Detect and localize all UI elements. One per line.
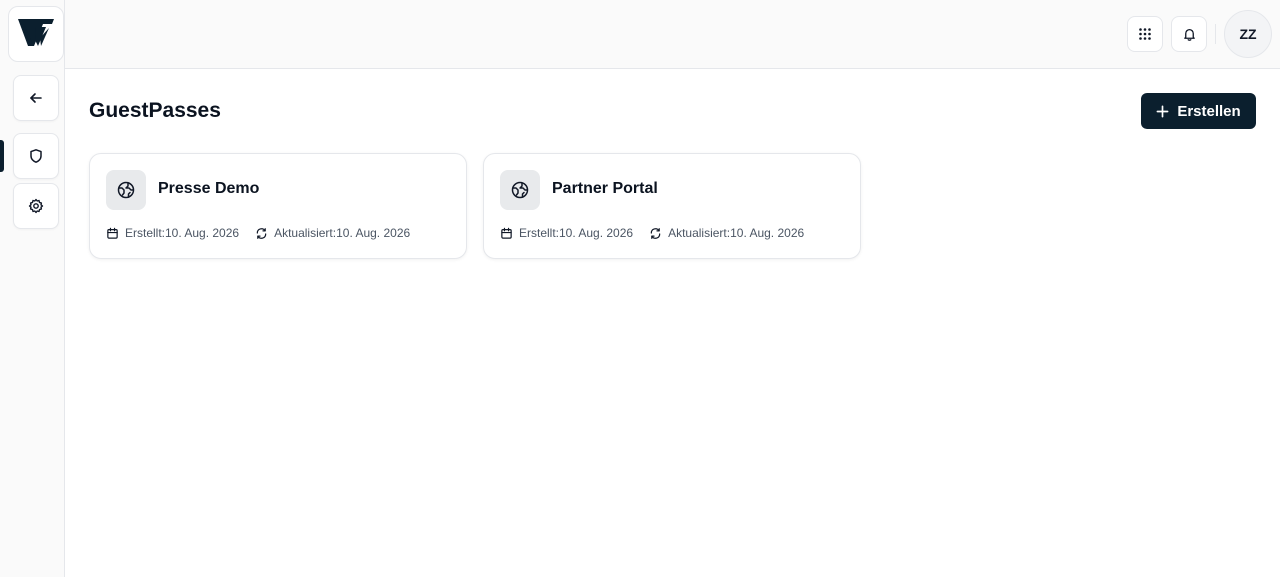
top-bar: ZZ — [65, 0, 1280, 69]
calendar-icon — [501, 227, 512, 239]
card-title: Presse Demo — [158, 180, 260, 197]
user-avatar[interactable]: ZZ — [1224, 10, 1272, 58]
header-divider — [1215, 24, 1216, 44]
back-button[interactable] — [13, 75, 59, 121]
card-meta: Erstellt:10. Aug. 2026 Aktualisiert:10. … — [106, 226, 410, 240]
sidebar — [0, 0, 65, 577]
updated-text: Aktualisiert:10. Aug. 2026 — [668, 226, 805, 240]
create-button-label: Erstellen — [1177, 102, 1241, 120]
updated-text: Aktualisiert:10. Aug. 2026 — [274, 226, 411, 240]
card-icon-wrap — [106, 170, 146, 210]
sidebar-item-guest-passes[interactable] — [13, 133, 59, 179]
refresh-icon — [650, 227, 661, 239]
created-text: Erstellt:10. Aug. 2026 — [519, 226, 634, 240]
guest-pass-card[interactable]: Partner Portal Erstellt:10. Aug. 2026 Ak… — [483, 153, 861, 259]
apps-button[interactable] — [1127, 16, 1163, 52]
shield-icon — [30, 149, 42, 163]
sidebar-item-settings[interactable] — [13, 183, 59, 229]
refresh-icon — [256, 227, 267, 239]
main-content: GuestPasses Erstellen Presse Demo Erstel… — [65, 69, 1280, 577]
updated-date: Aktualisiert:10. Aug. 2026 — [255, 226, 410, 240]
created-date: Erstellt:10. Aug. 2026 — [500, 226, 633, 240]
card-meta: Erstellt:10. Aug. 2026 Aktualisiert:10. … — [500, 226, 804, 240]
plus-icon — [1156, 105, 1169, 117]
created-date: Erstellt:10. Aug. 2026 — [106, 226, 239, 240]
create-button[interactable]: Erstellen — [1141, 93, 1256, 129]
grid-icon — [1139, 28, 1151, 40]
guest-pass-card[interactable]: Presse Demo Erstellt:10. Aug. 2026 Aktua… — [89, 153, 467, 259]
app-root: ZZ GuestPasses Erstellen Presse Demo Ers… — [0, 0, 1280, 577]
bell-icon — [1183, 28, 1195, 41]
notifications-button[interactable] — [1171, 16, 1207, 52]
page-title: GuestPasses — [89, 99, 221, 122]
updated-date: Aktualisiert:10. Aug. 2026 — [649, 226, 804, 240]
gear-icon — [28, 198, 44, 214]
card-title: Partner Portal — [552, 180, 658, 197]
card-icon-wrap — [500, 170, 540, 210]
vault-logo-icon — [18, 19, 54, 46]
globe-icon — [511, 181, 529, 199]
active-indicator — [0, 140, 4, 172]
created-text: Erstellt:10. Aug. 2026 — [125, 226, 240, 240]
logo[interactable] — [8, 6, 64, 62]
globe-icon — [117, 181, 135, 199]
arrow-left-icon — [30, 93, 42, 103]
calendar-icon — [107, 227, 118, 239]
